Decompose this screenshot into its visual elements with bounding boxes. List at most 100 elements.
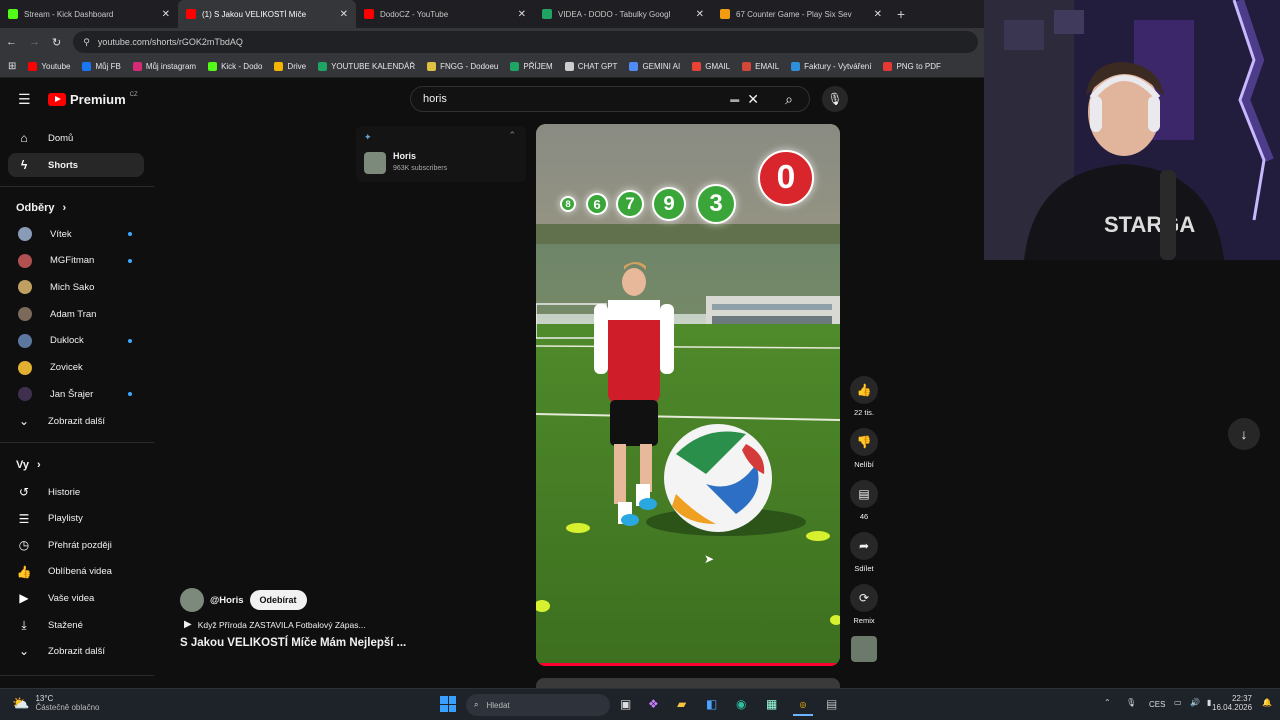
show-more-subs-button[interactable]: ⌄ Zobrazit další (8, 409, 144, 433)
bookmark-item[interactable]: Můj FB (82, 62, 121, 71)
bookmark-item[interactable]: YOUTUBE KALENDÁŘ (318, 62, 415, 71)
sidebar-item-like[interactable]: 👍 Oblíbená videa (8, 560, 144, 584)
show-more-you-button[interactable]: ⌄ Zobrazit další (8, 639, 144, 663)
new-tab-button[interactable]: + (890, 0, 912, 28)
battery-icon[interactable]: ▮ (1207, 698, 1211, 707)
youtube-icon (364, 9, 374, 19)
browser-tab[interactable]: (1) S Jakou VELIKOSTÍ Míče ✕ (178, 0, 356, 28)
back-icon[interactable]: ← (6, 36, 17, 48)
volume-icon[interactable]: 🔊 (1190, 698, 1200, 707)
you-heading[interactable]: Vy › (16, 459, 41, 471)
taskbar-search[interactable]: ⌕ Hledat (466, 694, 610, 716)
youtube-logo[interactable]: Premium CZ (48, 92, 138, 107)
forward-icon[interactable]: → (29, 36, 40, 48)
browser-tab[interactable]: 67 Counter Game - Play Six Sev ✕ (712, 0, 890, 28)
close-tab-icon[interactable]: ✕ (874, 9, 882, 20)
weather-widget[interactable]: ⛅ 13°C Částečně oblačno (12, 694, 99, 712)
bookmark-item[interactable]: GMAIL (692, 62, 730, 71)
menu-icon[interactable]: ☰ (18, 91, 31, 108)
sidebar-item-home[interactable]: ⌂ Domů (8, 126, 144, 150)
bookmark-item[interactable]: Kick - Dodo (208, 62, 262, 71)
bookmark-label: Můj instagram (145, 62, 197, 71)
edge-icon[interactable]: ◉ (736, 697, 746, 711)
subscriptions-heading[interactable]: Odběry › (16, 202, 66, 214)
shorts-video-player[interactable]: 867930 ➤ (536, 124, 840, 666)
bookmark-item[interactable]: Faktury - Vytváření (791, 62, 871, 71)
sidebar-item-download[interactable]: ⤓ Stažené (8, 613, 144, 637)
search-box[interactable]: horis ▬ ✕ ⌕ (410, 86, 810, 112)
clock[interactable]: 22:37 16.04.2026 (1212, 694, 1252, 712)
channel-card[interactable]: ✦ ⌃ Horis 963K subscribers (356, 126, 526, 182)
remix-button[interactable]: ⟳ Remix (846, 584, 882, 625)
channel-handle[interactable]: @Horis (210, 595, 244, 606)
network-icon[interactable]: ▭ (1174, 698, 1182, 707)
like-button[interactable]: 👍 22 tis. (846, 376, 882, 417)
task-view-icon[interactable]: ▣ (620, 697, 631, 711)
close-tab-icon[interactable]: ✕ (340, 9, 348, 20)
bookmark-item[interactable]: GEMINI AI (629, 62, 680, 71)
terminal-icon[interactable]: ▦ (766, 697, 777, 711)
calculator-icon[interactable]: ▤ (826, 697, 837, 711)
dislike-button[interactable]: 👎 Nelíbí (846, 428, 882, 469)
search-input[interactable]: horis (423, 93, 730, 105)
chrome-icon[interactable]: ◎ (793, 694, 813, 716)
bookmark-item[interactable]: PNG to PDF (883, 62, 941, 71)
tray-chevron-icon[interactable]: ⌃ (1104, 698, 1111, 707)
sidebar-item-subscription[interactable]: Adam Tran (8, 302, 144, 326)
address-bar[interactable]: ⚲ youtube.com/shorts/rGOK2mTbdAQ (73, 31, 978, 53)
clear-search-icon[interactable]: ✕ (747, 91, 759, 108)
number-ball: 6 (586, 193, 608, 215)
subscribe-button[interactable]: Odebírat (249, 590, 307, 610)
microphone-icon[interactable]: 🎙 (1126, 698, 1136, 707)
sidebar-item-playlist[interactable]: ☰ Playlisty (8, 507, 144, 531)
start-button[interactable] (440, 696, 456, 712)
browser-tab[interactable]: DodoCZ - YouTube ✕ (356, 0, 534, 28)
comments-button[interactable]: ▤ 46 (846, 480, 882, 521)
browser-tab[interactable]: VIDEA - DODO - Tabulky Googl ✕ (534, 0, 712, 28)
bookmark-item[interactable]: PŘÍJEM (510, 62, 553, 71)
browser-tab[interactable]: Stream - Kick Dashboard ✕ (0, 0, 178, 28)
store-icon[interactable]: ◧ (706, 697, 717, 711)
sidebar-item-clock[interactable]: ◷ Přehrát později (8, 533, 144, 557)
close-tab-icon[interactable]: ✕ (518, 9, 526, 20)
bookmark-label: PNG to PDF (896, 62, 941, 71)
sidebar-item-shorts[interactable]: ϟ Shorts (8, 153, 144, 177)
bookmark-item[interactable]: Drive (274, 62, 306, 71)
close-tab-icon[interactable]: ✕ (162, 9, 170, 20)
sidebar-item-subscription[interactable]: Jan Šrajer (8, 382, 144, 406)
language-indicator[interactable]: CES (1149, 700, 1165, 709)
sidebar-item-subscription[interactable]: MGFitman (8, 249, 144, 273)
chevron-up-icon[interactable]: ⌃ (508, 130, 516, 141)
site-info-icon[interactable]: ⚲ (83, 37, 90, 48)
sidebar-item-subscription[interactable]: Vítek (8, 222, 144, 246)
channel-avatar[interactable] (180, 588, 204, 612)
search-button[interactable]: ⌕ (769, 87, 809, 111)
bookmark-item[interactable]: CHAT GPT (564, 62, 617, 71)
next-short-button[interactable]: ↓ (1228, 418, 1260, 450)
related-video-link[interactable]: ▶ Když Příroda ZASTAVILA Fotbalový Zápas… (180, 619, 530, 630)
sidebar-item-subscription[interactable]: Mich Sako (8, 275, 144, 299)
sidebar-item-history[interactable]: ↺ Historie (8, 480, 144, 504)
sidebar-item-video[interactable]: ▶ Vaše videa (8, 586, 144, 610)
sidebar-item-subscription[interactable]: Zovicek (8, 356, 144, 380)
voice-search-icon[interactable]: 🎙 (822, 86, 848, 112)
keyboard-icon[interactable]: ▬ (730, 94, 739, 104)
apps-icon[interactable]: ⊞ (8, 61, 16, 72)
bookmark-item[interactable]: EMAIL (742, 62, 779, 71)
progress-bar[interactable] (536, 663, 840, 666)
bookmark-item[interactable]: FNGG - Dodoeu (427, 62, 498, 71)
sidebar-item-subscription[interactable]: Duklock (8, 329, 144, 353)
bookmark-item[interactable]: Youtube (28, 62, 70, 71)
bookmarks-bar: ⊞ Youtube Můj FB Můj instagram Kick - Dodo D… (0, 56, 984, 78)
bookmark-item[interactable]: Můj instagram (132, 62, 197, 71)
copilot-icon[interactable]: ❖ (648, 697, 659, 711)
number-ball: 9 (652, 187, 686, 221)
sound-thumbnail[interactable] (846, 636, 882, 662)
notifications-icon[interactable]: 🔔 (1262, 698, 1272, 707)
reload-icon[interactable]: ↻ (52, 36, 61, 49)
close-tab-icon[interactable]: ✕ (696, 9, 704, 20)
bookmark-label: Faktury - Vytváření (804, 62, 872, 71)
next-short-preview[interactable] (536, 678, 840, 688)
file-explorer-icon[interactable]: ▰ (677, 697, 686, 711)
share-button[interactable]: ➦ Sdílet (846, 532, 882, 573)
